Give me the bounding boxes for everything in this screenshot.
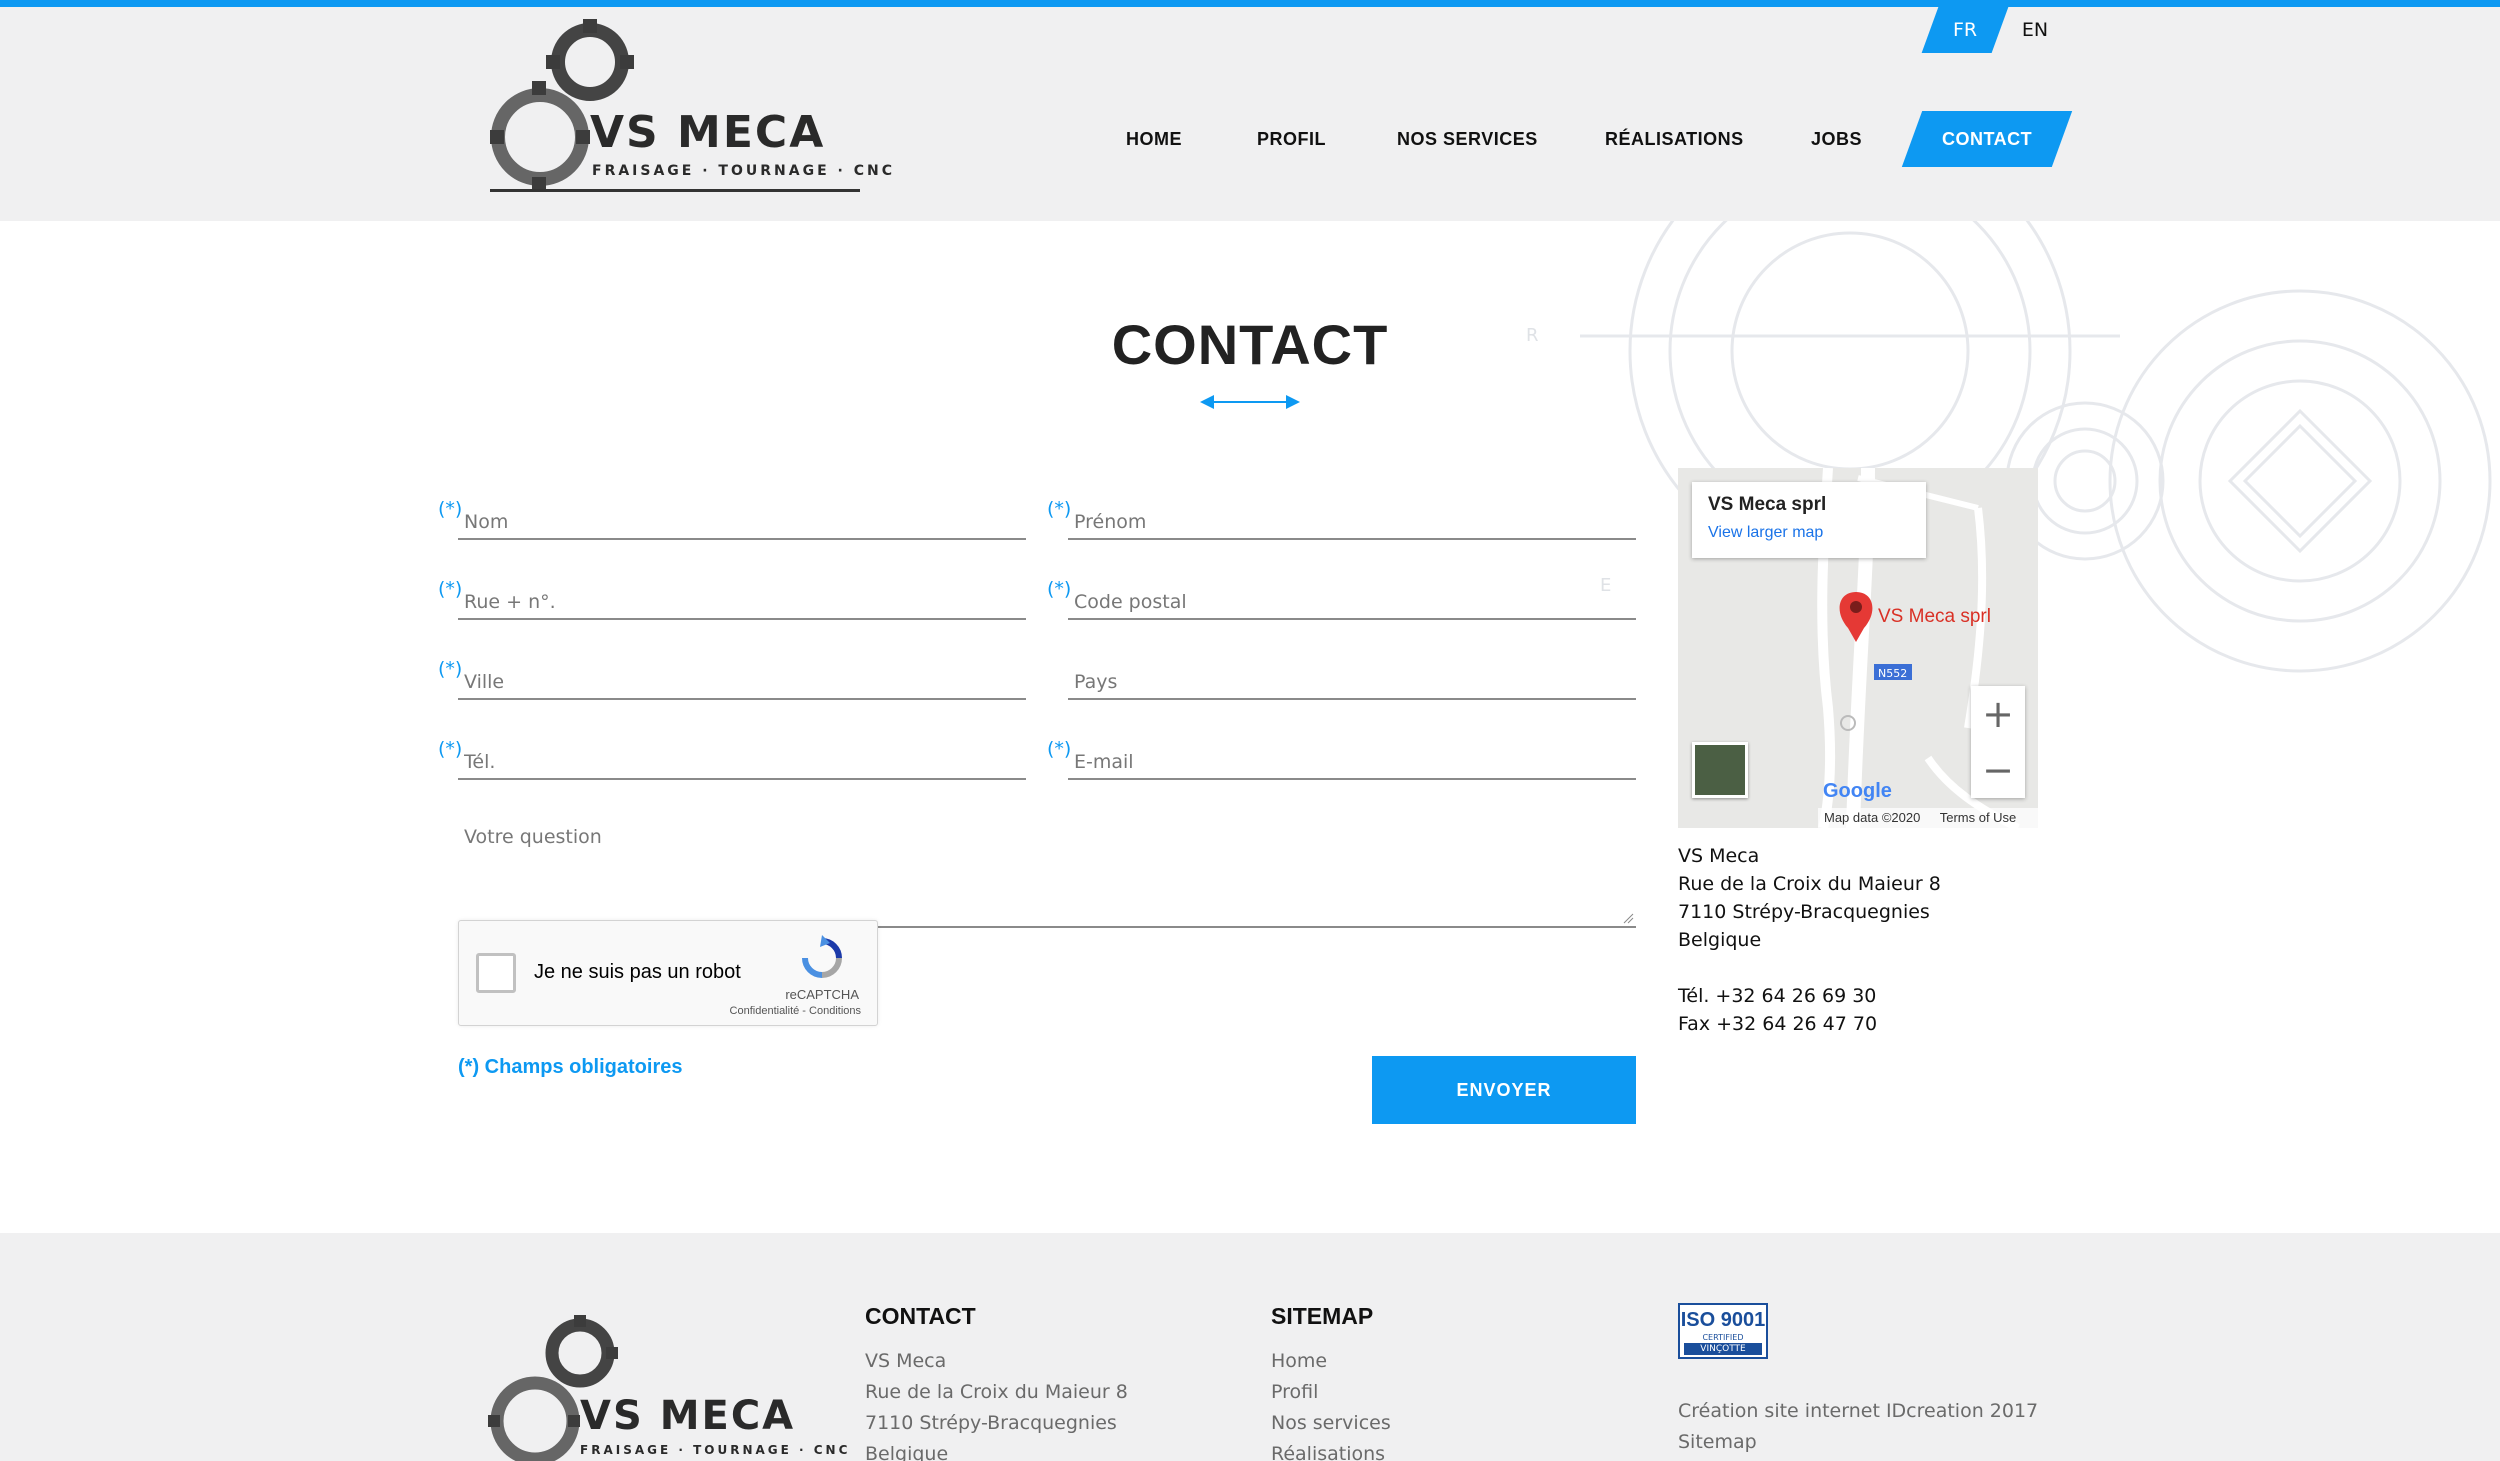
zoom-out-button[interactable]: −	[1971, 742, 2025, 798]
footer-logo-tagline: FRAISAGE · TOURNAGE · CNC	[580, 1443, 851, 1457]
ville-field	[458, 658, 1026, 700]
footer-contact-line: Belgique	[865, 1443, 949, 1461]
lang-fr-label: FR	[1952, 19, 1978, 41]
site-logo[interactable]: VS MECA FRAISAGE · TOURNAGE · CNC	[480, 17, 892, 197]
rue-input[interactable]	[458, 578, 1026, 618]
footer-link-profil[interactable]: Profil	[1271, 1377, 1391, 1408]
logo-tagline: FRAISAGE · TOURNAGE · CNC	[592, 163, 895, 179]
recaptcha-terms-links[interactable]: Confidentialité - Conditions	[730, 1005, 861, 1017]
nav-item-nos-services[interactable]: NOS SERVICES	[1397, 111, 1538, 167]
footer-sitemap-link[interactable]: Sitemap	[1678, 1427, 2038, 1458]
footer-logo-wordmark: VS MECA	[580, 1393, 796, 1439]
map-zoom-controls: + −	[1971, 686, 2025, 798]
footer-link-home[interactable]: Home	[1271, 1346, 1391, 1377]
address-spacer	[1678, 954, 1941, 982]
view-larger-map-link[interactable]: View larger map	[1708, 524, 1823, 542]
address-street: Rue de la Croix du Maieur 8	[1678, 873, 1941, 895]
footer-contact-heading: CONTACT	[865, 1303, 976, 1329]
contact-address: VS Meca Rue de la Croix du Maieur 8 7110…	[1678, 842, 1941, 1038]
nom-input[interactable]	[458, 498, 1026, 538]
site-header: VS MECA FRAISAGE · TOURNAGE · CNC FR EN …	[0, 7, 2500, 221]
nav-item-profil[interactable]: PROFIL	[1257, 111, 1326, 167]
address-city: 7110 Strépy-Bracquegnies	[1678, 901, 1930, 923]
map-card-title: VS Meca sprl	[1708, 494, 1827, 515]
footer-link-nos-services[interactable]: Nos services	[1271, 1408, 1391, 1439]
email-input[interactable]	[1068, 738, 1636, 778]
nav-item-contact-label: CONTACT	[1942, 129, 2033, 149]
tel-field	[458, 738, 1026, 780]
recaptcha-label: Je ne suis pas un robot	[534, 961, 741, 983]
address-company: VS Meca	[1678, 845, 1760, 867]
footer-contact-line: Rue de la Croix du Maieur 8	[865, 1381, 1128, 1403]
nom-field	[458, 498, 1026, 540]
footer-link-realisations[interactable]: Réalisations	[1271, 1439, 1391, 1461]
google-logo: Google	[1823, 780, 1892, 802]
footer-credit-link[interactable]: Création site internet IDcreation 2017	[1678, 1396, 2038, 1427]
address-fax: Fax +32 64 26 47 70	[1678, 1013, 1878, 1035]
prenom-field	[1068, 498, 1636, 540]
resize-handle-icon[interactable]	[1622, 912, 1634, 924]
iso-badge-issuer: VINÇOTTE	[1684, 1343, 1762, 1355]
footer-sitemap-heading: SITEMAP	[1271, 1303, 1374, 1329]
question-field	[458, 818, 1636, 928]
footer-contact-line: 7110 Strépy-Bracquegnies	[865, 1412, 1117, 1434]
road-label: N552	[1878, 667, 1907, 680]
rue-field	[458, 578, 1026, 620]
lang-switch-en[interactable]: EN	[2005, 7, 2065, 53]
footer-sitemap-column: SITEMAP Home Profil Nos services Réalisa…	[1271, 1303, 1391, 1461]
recaptcha-checkbox[interactable]	[476, 953, 516, 993]
logo-wordmark: VS MECA	[590, 107, 826, 158]
map-terms-link[interactable]: Terms of Use	[1940, 810, 2017, 825]
question-textarea[interactable]	[458, 818, 1636, 926]
page-title: CONTACT	[1111, 313, 1389, 376]
recaptcha-brand: reCAPTCHA	[785, 987, 859, 1002]
required-fields-note: (*) Champs obligatoires	[458, 1056, 683, 1078]
tel-input[interactable]	[458, 738, 1026, 778]
map-attribution: Map data ©2020 Terms of Use	[1818, 808, 2038, 828]
map-pin-label: VS Meca sprl	[1878, 606, 1991, 627]
site-footer: VS MECA FRAISAGE · TOURNAGE · CNC CONTAC…	[0, 1233, 2500, 1461]
footer-contact-column: CONTACT VS Meca Rue de la Croix du Maieu…	[865, 1303, 1128, 1461]
logo-underline	[490, 189, 860, 192]
double-arrow-icon	[1200, 395, 1300, 409]
pays-field	[1068, 658, 1636, 700]
recaptcha-widget: Je ne suis pas un robot reCAPTCHA Confid…	[458, 920, 878, 1026]
satellite-toggle-button[interactable]	[1692, 742, 1748, 798]
nav-item-realisations[interactable]: RÉALISATIONS	[1605, 111, 1744, 167]
address-phone: Tél. +32 64 26 69 30	[1678, 985, 1877, 1007]
nav-item-contact[interactable]: CONTACT	[1901, 111, 2073, 167]
nav-item-home[interactable]: HOME	[1126, 111, 1182, 167]
map-data-credit: Map data ©2020	[1824, 810, 1921, 825]
iso-badge-certified: CERTIFIED	[1702, 1333, 1744, 1342]
recaptcha-logo-icon	[802, 935, 842, 978]
address-country: Belgique	[1678, 929, 1762, 951]
lang-switch-fr[interactable]: FR	[1921, 7, 2009, 53]
google-map[interactable]: N552 VS Meca sprl View larger map VS Mec…	[1678, 468, 2038, 828]
footer-logo[interactable]: VS MECA FRAISAGE · TOURNAGE · CNC	[480, 1313, 847, 1461]
pays-input[interactable]	[1068, 658, 1636, 698]
prenom-input[interactable]	[1068, 498, 1636, 538]
zoom-in-button[interactable]: +	[1971, 686, 2025, 742]
submit-button[interactable]: ENVOYER	[1372, 1056, 1636, 1124]
iso-9001-badge: ISO 9001 CERTIFIED VINÇOTTE	[1678, 1303, 1768, 1359]
ville-input[interactable]	[458, 658, 1026, 698]
map-info-card: VS Meca sprl View larger map	[1692, 482, 1926, 558]
email-field	[1068, 738, 1636, 780]
code-postal-field	[1068, 578, 1636, 620]
footer-contact-line: VS Meca	[865, 1350, 947, 1372]
footer-credits: Création site internet IDcreation 2017 S…	[1678, 1396, 2038, 1458]
code-postal-input[interactable]	[1068, 578, 1636, 618]
iso-badge-title: ISO 9001	[1680, 1309, 1766, 1331]
nav-item-jobs[interactable]: JOBS	[1811, 111, 1862, 167]
top-accent-bar	[0, 0, 2500, 7]
